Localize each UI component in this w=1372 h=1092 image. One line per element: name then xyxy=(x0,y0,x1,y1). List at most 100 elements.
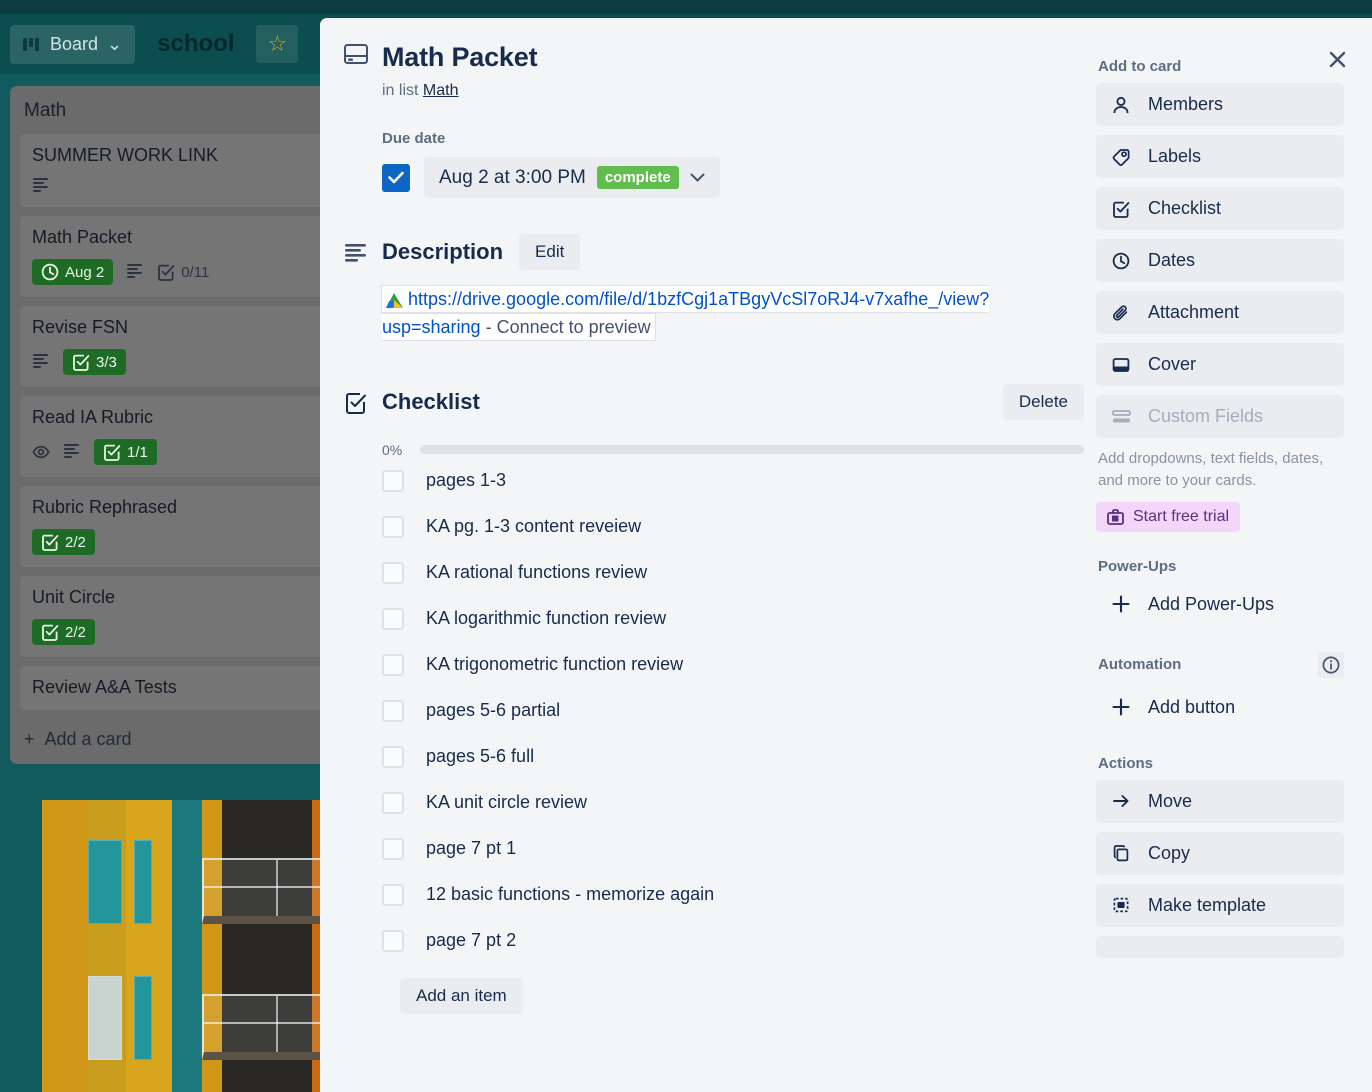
checklist-delete-button[interactable]: Delete xyxy=(1002,383,1084,420)
add-checklist-item-button[interactable]: Add an item xyxy=(400,977,523,1014)
checklist-item[interactable]: KA rational functions review xyxy=(382,550,1084,596)
checklist-progress-bar xyxy=(420,445,1084,455)
template-icon xyxy=(1110,896,1132,914)
checklist-item-label[interactable]: KA logarithmic function review xyxy=(426,608,666,629)
sidebar-item-move[interactable]: Move xyxy=(1096,779,1344,823)
chevron-down-icon: ⌄ xyxy=(107,33,123,54)
checklist-item-checkbox[interactable] xyxy=(382,699,404,722)
sidebar-item-make-template[interactable]: Make template xyxy=(1096,883,1344,927)
sidebar-item-partial[interactable] xyxy=(1096,935,1344,958)
description-link-suffix: - Connect to preview xyxy=(480,316,651,337)
board-columns-icon xyxy=(23,37,41,52)
paperclip-icon xyxy=(1110,304,1132,322)
board-switcher-button[interactable]: Board ⌄ xyxy=(10,24,136,64)
description-body: https://drive.google.com/file/d/1bzfCgj1… xyxy=(382,286,1084,342)
checklist-item-label[interactable]: KA trigonometric function review xyxy=(426,654,683,675)
automation-section: Automation Add button xyxy=(1096,651,1344,729)
board-card-badge-description xyxy=(63,443,81,461)
checklist-item-checkbox[interactable] xyxy=(382,653,404,676)
description-header: Description Edit xyxy=(344,234,1084,270)
card-list-link[interactable]: Math xyxy=(423,82,459,99)
add-to-card-list: Members Labels Checklist Dates Attachment Cov… xyxy=(1096,83,1344,386)
copy-icon xyxy=(1110,844,1132,862)
checklist-item[interactable]: page 7 pt 1 xyxy=(382,826,1084,872)
description-edit-button[interactable]: Edit xyxy=(519,234,581,270)
board-title[interactable]: school xyxy=(145,30,246,58)
description-link[interactable]: https://drive.google.com/file/d/1bzfCgj1… xyxy=(382,289,989,337)
actions-section: Actions Move Copy Make template xyxy=(1096,755,1344,958)
checklist-heading: Checklist xyxy=(382,388,480,414)
due-date-button[interactable]: Aug 2 at 3:00 PM complete xyxy=(424,157,720,198)
card-list-breadcrumb: in list Math xyxy=(382,82,537,100)
checklist-item-label[interactable]: KA pg. 1-3 content reveiew xyxy=(426,516,641,537)
sidebar-item-copy[interactable]: Copy xyxy=(1096,831,1344,875)
checklist-item[interactable]: pages 5-6 partial xyxy=(382,688,1084,734)
checklist-item[interactable]: KA logarithmic function review xyxy=(382,596,1084,642)
board-card-badge-text: Aug 2 xyxy=(65,263,105,281)
card-header: Math Packet in list Math xyxy=(344,42,1084,100)
add-button-button[interactable]: Add button xyxy=(1096,686,1344,729)
sidebar-item-custom-fields[interactable]: Custom Fields xyxy=(1096,395,1344,438)
checklist-item[interactable]: page 7 pt 2 xyxy=(382,918,1084,964)
page-title[interactable]: Math Packet xyxy=(382,42,538,73)
checklist-item[interactable]: KA unit circle review xyxy=(382,780,1084,826)
description-icon xyxy=(63,443,81,461)
checklist-item-checkbox[interactable] xyxy=(382,883,404,906)
checklist-item[interactable]: KA trigonometric function review xyxy=(382,642,1084,688)
checklist-item[interactable]: pages 1-3 xyxy=(382,458,1084,504)
checklist-item[interactable]: 12 basic functions - memorize again xyxy=(382,872,1084,918)
sidebar-item-members[interactable]: Members xyxy=(1096,83,1344,126)
checklist-icon xyxy=(103,443,121,461)
checklist-item-label[interactable]: page 7 pt 1 xyxy=(426,838,516,859)
due-date-checkbox[interactable] xyxy=(382,163,410,192)
due-date-label: Due date xyxy=(382,130,446,147)
description-heading: Description xyxy=(382,239,504,264)
info-icon[interactable] xyxy=(1318,651,1344,678)
checklist-items: pages 1-3 KA pg. 1-3 content reveiew KA ra… xyxy=(344,458,1084,964)
checklist-item-checkbox[interactable] xyxy=(382,837,404,860)
add-button-label: Add button xyxy=(1148,696,1236,717)
sidebar-item-checklist[interactable]: Checklist xyxy=(1096,187,1344,230)
checklist-item-label[interactable]: 12 basic functions - memorize again xyxy=(426,884,714,905)
description-icon xyxy=(126,263,144,281)
sidebar-item-cover[interactable]: Cover xyxy=(1096,343,1344,386)
board-card-badge-text: 0/11 xyxy=(181,263,210,281)
checklist-item-label[interactable]: pages 5-6 full xyxy=(426,746,534,767)
star-icon[interactable]: ☆ xyxy=(256,25,299,63)
checklist-icon xyxy=(157,263,175,281)
board-card-badge-checklist: 0/11 xyxy=(157,263,209,281)
checklist-item[interactable]: pages 5-6 full xyxy=(382,734,1084,780)
add-power-ups-button[interactable]: Add Power-Ups xyxy=(1096,583,1344,626)
checklist-item-checkbox[interactable] xyxy=(382,469,404,492)
checklist-item-label[interactable]: page 7 pt 2 xyxy=(426,930,516,951)
checklist-item-checkbox[interactable] xyxy=(382,561,404,584)
plus-icon xyxy=(1110,595,1132,613)
sidebar-item-label: Move xyxy=(1148,790,1193,811)
checklist-item-checkbox[interactable] xyxy=(382,791,404,814)
checklist-item-checkbox[interactable] xyxy=(382,929,404,952)
eye-icon xyxy=(32,443,50,461)
chevron-down-icon[interactable] xyxy=(690,173,705,182)
board-card-badge-text: 2/2 xyxy=(65,533,86,551)
checklist-item-label[interactable]: KA unit circle review xyxy=(426,792,587,813)
checklist-item-checkbox[interactable] xyxy=(382,607,404,630)
sidebar-item-labels[interactable]: Labels xyxy=(1096,135,1344,178)
power-ups-label: Power-Ups xyxy=(1098,557,1177,575)
start-free-trial-button[interactable]: Start free trial xyxy=(1096,501,1241,532)
board-card-badge-checklist: 2/2 xyxy=(32,619,95,645)
checklist-item-label[interactable]: KA rational functions review xyxy=(426,562,647,583)
close-icon[interactable] xyxy=(1318,40,1356,78)
status-badge: complete xyxy=(596,166,679,189)
person-icon xyxy=(1110,96,1132,114)
sidebar-item-attachment[interactable]: Attachment xyxy=(1096,291,1344,334)
checklist-item[interactable]: KA pg. 1-3 content reveiew xyxy=(382,504,1084,550)
power-ups-section: Power-Ups Add Power-Ups xyxy=(1096,558,1344,626)
checklist-item-label[interactable]: pages 1-3 xyxy=(426,470,506,491)
sidebar-item-dates[interactable]: Dates xyxy=(1096,239,1344,282)
checklist-item-checkbox[interactable] xyxy=(382,745,404,768)
sidebar-item-label: Make template xyxy=(1148,894,1267,915)
checklist-icon xyxy=(41,623,59,641)
checklist-icon xyxy=(1110,200,1132,218)
checklist-item-label[interactable]: pages 5-6 partial xyxy=(426,700,560,721)
checklist-item-checkbox[interactable] xyxy=(382,515,404,538)
